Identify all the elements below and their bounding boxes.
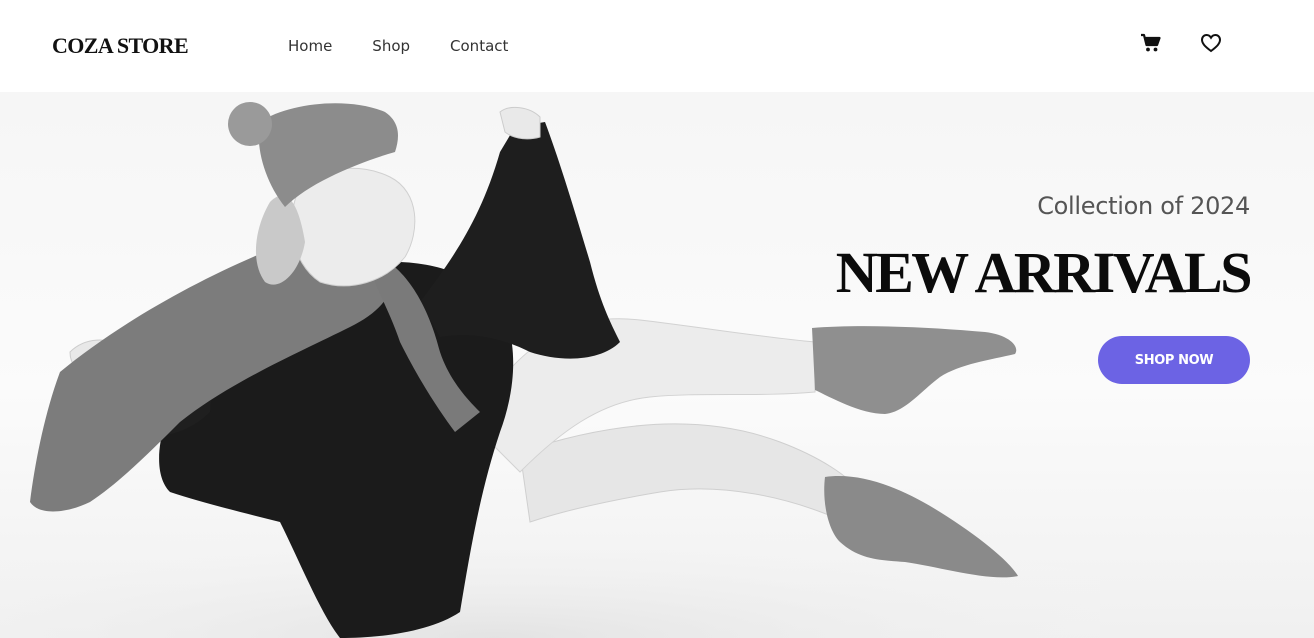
nav-contact[interactable]: Contact [450,37,508,55]
hero-subtitle: Collection of 2024 [1037,192,1250,220]
nav-home[interactable]: Home [288,37,332,55]
hero-text: Collection of 2024 NEW ARRIVALS SHOP NOW [835,192,1253,384]
heart-icon[interactable] [1200,33,1222,53]
site-header: COZA STORE Home Shop Contact [0,0,1314,92]
store-logo[interactable]: COZA STORE [52,33,189,59]
nav-shop[interactable]: Shop [372,37,410,55]
cart-icon[interactable] [1140,33,1162,53]
main-nav: Home Shop Contact [288,37,508,55]
hero-banner: Collection of 2024 NEW ARRIVALS SHOP NOW [0,92,1314,638]
shop-now-button[interactable]: SHOP NOW [1098,336,1250,384]
hero-title: NEW ARRIVALS [835,240,1253,305]
